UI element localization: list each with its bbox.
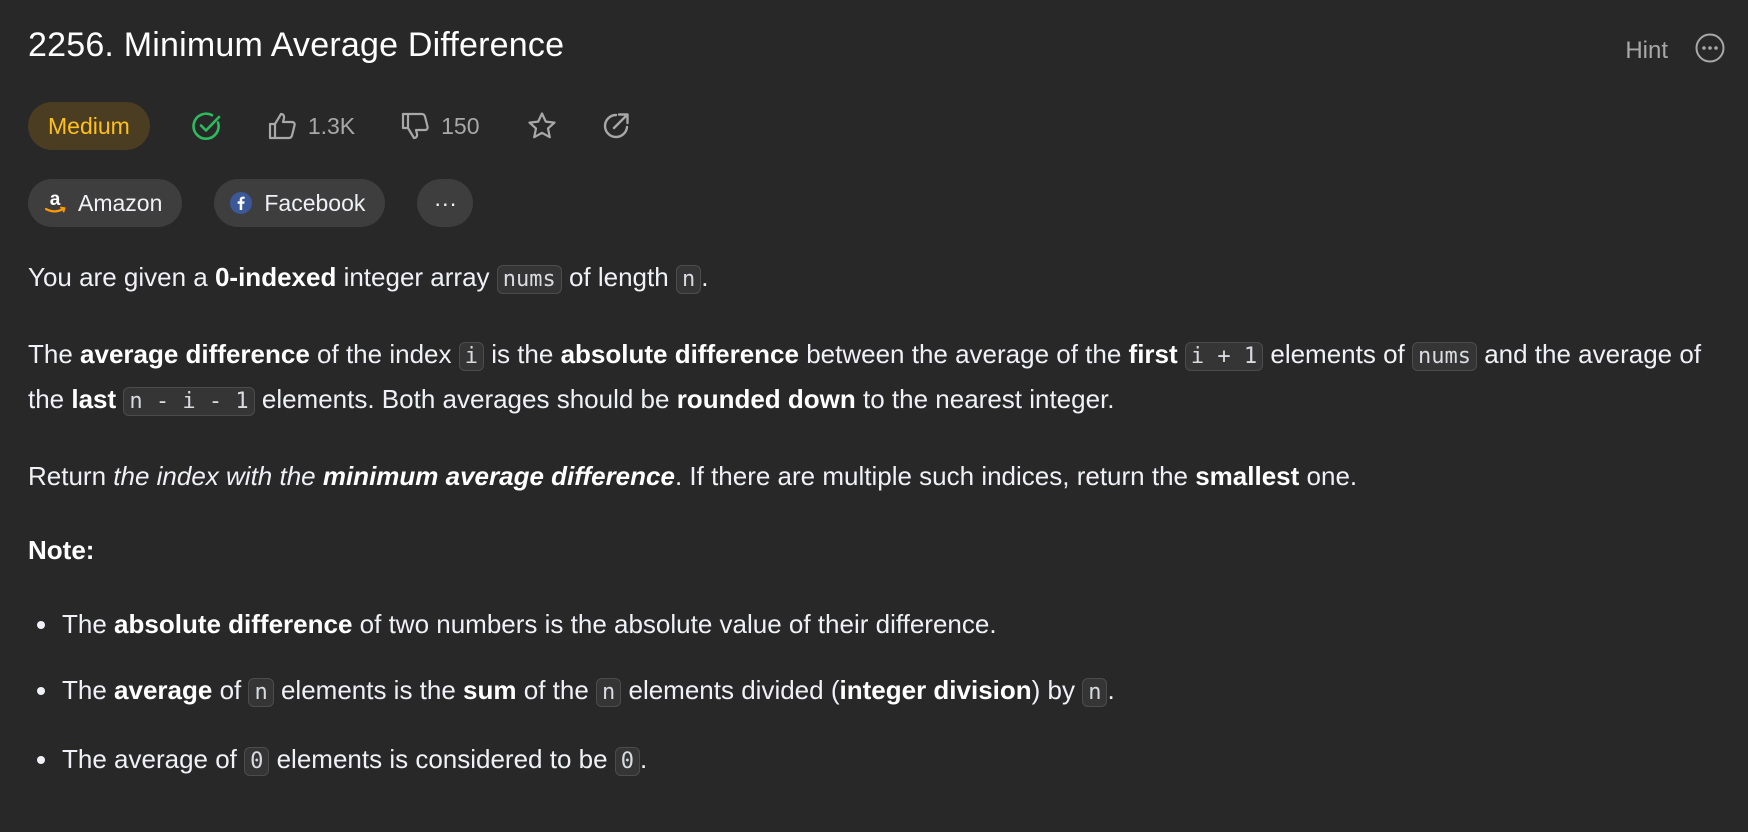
text: . [640,744,648,774]
text: of two numbers is the absolute value of … [352,609,997,639]
thumbs-up-icon [268,112,296,140]
bold-text: integer division [839,675,1032,705]
more-options-button[interactable] [1694,32,1726,69]
inline-code: i + 1 [1184,342,1264,371]
dislike-count: 150 [441,112,480,139]
hint-button[interactable]: Hint [1625,37,1668,65]
italic-text: the index with the [113,461,323,491]
like-button[interactable]: 1.3K [266,110,355,142]
problem-meta-bar: Medium 1.3K 150 [28,102,632,150]
star-icon [527,112,556,139]
company-name: Amazon [78,189,163,216]
inline-code: nums [496,265,562,294]
solved-check-icon [192,112,221,140]
text: You are given a [28,262,215,292]
company-tags: a Amazon Facebook ··· [28,179,474,227]
bold-text: smallest [1195,461,1300,491]
text: of the index [309,339,459,369]
text: is the [483,339,561,369]
inline-code: n [1082,678,1108,707]
like-count: 1.3K [307,112,356,139]
text: elements is considered to be [269,744,615,774]
bold-text: 0-indexed [214,262,337,292]
bold-text: rounded down [676,384,856,414]
description-paragraph: You are given a 0-indexed integer array … [28,256,1728,301]
difficulty-badge: Medium [28,102,150,150]
solved-status [190,109,224,143]
text: The [62,609,115,639]
text: of length [561,262,676,292]
description-paragraph: The average difference of the index i is… [28,333,1728,423]
description-paragraph: Return the index with the minimum averag… [28,455,1728,497]
inline-code: i [458,342,484,371]
text: elements is the [273,675,464,705]
note-list-item: The average of 0 elements is considered … [60,738,1728,783]
bold-text: sum [463,675,517,705]
company-tag-facebook[interactable]: Facebook [214,179,386,227]
inline-code: nums [1412,342,1477,371]
text: . If there are multiple such indices, re… [674,461,1196,491]
bold-text: first [1128,339,1178,369]
text: Return [28,461,114,491]
more-options-icon [1695,33,1725,63]
text: elements of [1263,339,1412,369]
facebook-logo-icon [230,192,253,214]
text: The average of [62,744,245,774]
bold-text: last [71,384,117,414]
bold-text: absolute difference [560,339,799,369]
text: The [62,675,115,705]
text: elements divided ( [621,675,840,705]
share-button[interactable] [600,110,632,142]
inline-code: n [675,265,702,294]
problem-description-panel: 2256. Minimum Average Difference Hint Me… [0,0,1748,832]
text [1178,339,1185,369]
text: between the average of the [798,339,1129,369]
text: . [1107,675,1115,705]
text: ) by [1031,675,1083,705]
bold-italic-text: minimum average difference [322,461,675,491]
inline-code: 0 [614,747,641,776]
text: one. [1299,461,1358,491]
inline-code: n - i - 1 [123,387,255,416]
note-list-item: The average of n elements is the sum of … [60,669,1728,714]
header-actions: Hint [1625,32,1726,69]
favorite-button[interactable] [526,110,558,142]
text: to the nearest integer. [855,384,1115,414]
text: elements. Both averages should be [254,384,677,414]
amazon-logo-icon: a [44,190,66,213]
inline-code: 0 [244,747,270,776]
bold-text: average difference [80,339,310,369]
text: integer array [336,262,497,292]
note-list: The absolute difference of two numbers i… [28,603,1728,783]
company-name: Facebook [264,189,366,216]
more-companies-button[interactable]: ··· [417,179,474,227]
note-heading: Note: [28,535,95,565]
dislike-button[interactable]: 150 [399,110,480,142]
bold-text: average [114,675,213,705]
problem-description: You are given a 0-indexed integer array … [28,256,1728,807]
inline-code: n [248,678,274,707]
problem-title: 2256. Minimum Average Difference [28,26,565,64]
bold-text: absolute difference [114,609,353,639]
company-tag-amazon[interactable]: a Amazon [28,179,183,227]
text: The [28,339,81,369]
thumbs-down-icon [402,112,429,140]
svg-text:a: a [50,190,61,210]
text: . [701,262,709,292]
inline-code: n [596,678,622,707]
text: of the [516,675,597,705]
share-icon [603,113,629,139]
text: of [212,675,249,705]
note-list-item: The absolute difference of two numbers i… [60,603,1728,645]
